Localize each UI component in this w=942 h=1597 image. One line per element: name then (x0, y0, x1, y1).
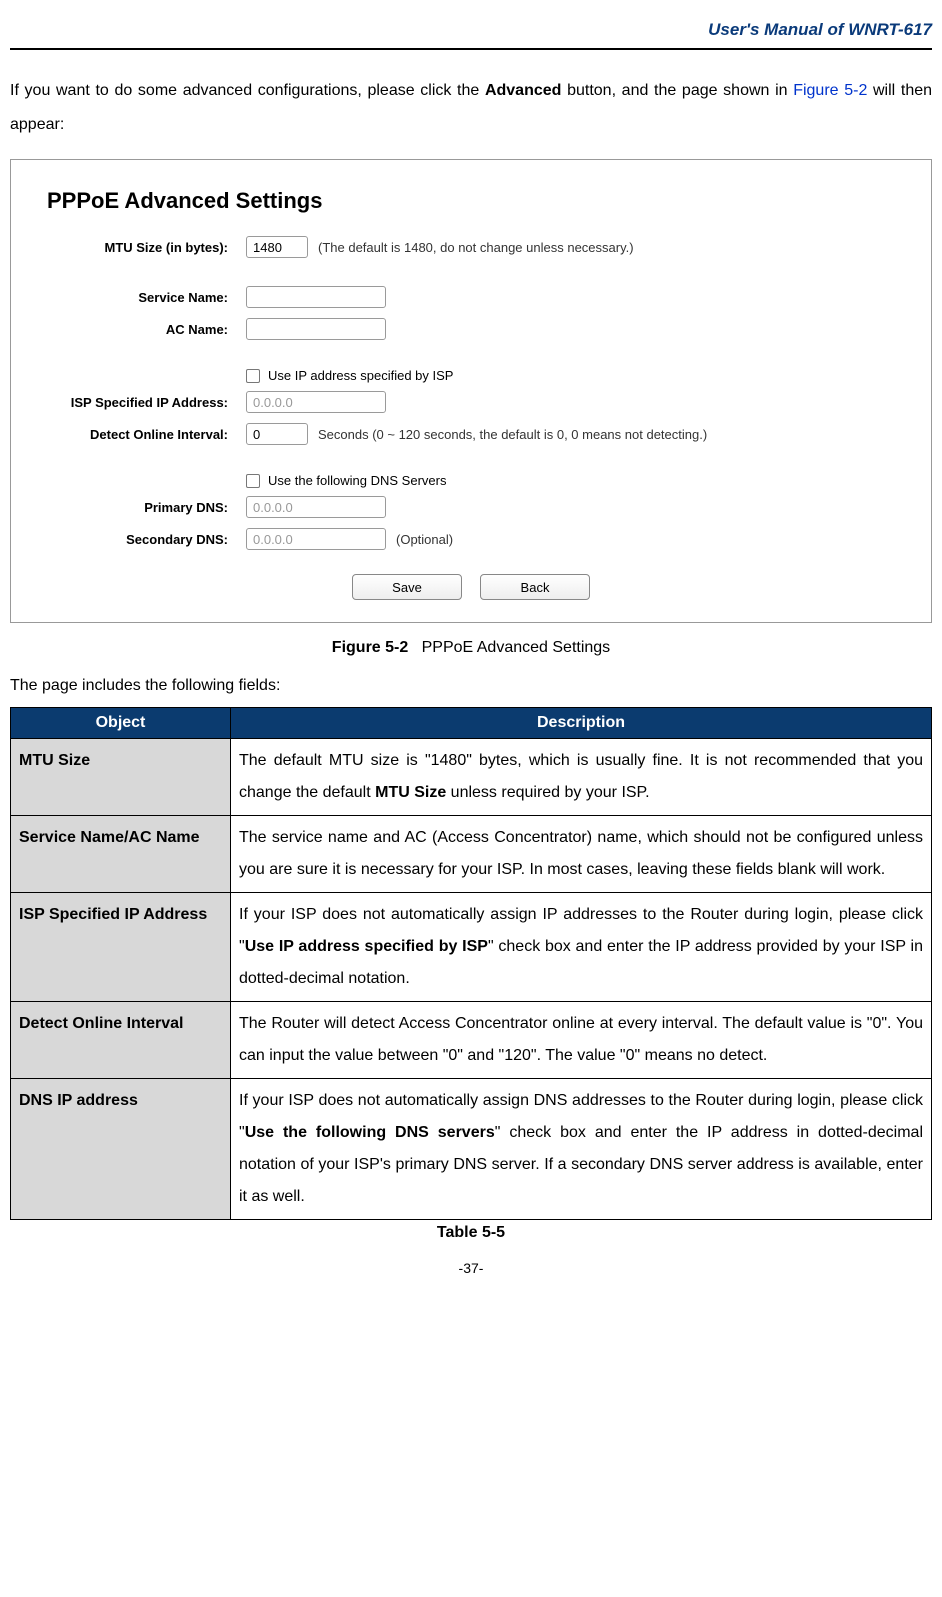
isp-ip-label: ISP Specified IP Address: (31, 395, 246, 410)
secondary-dns-note: (Optional) (396, 532, 453, 547)
table-cell-description: If your ISP does not automatically assig… (231, 1079, 932, 1220)
ac-name-label: AC Name: (31, 322, 246, 337)
table-cell-object: DNS IP address (11, 1079, 231, 1220)
primary-dns-input[interactable] (246, 496, 386, 518)
use-ip-label: Use IP address specified by ISP (268, 368, 453, 383)
service-name-label: Service Name: (31, 290, 246, 305)
table-row: MTU SizeThe default MTU size is "1480" b… (11, 739, 932, 816)
table-row: Detect Online IntervalThe Router will de… (11, 1002, 932, 1079)
isp-ip-input[interactable] (246, 391, 386, 413)
use-ip-checkbox-row[interactable]: Use IP address specified by ISP (246, 368, 911, 383)
detect-interval-input[interactable] (246, 423, 308, 445)
mtu-size-note: (The default is 1480, do not change unle… (318, 240, 634, 255)
table-cell-description: The service name and AC (Access Concentr… (231, 816, 932, 893)
figure-caption-text: PPPoE Advanced Settings (422, 639, 611, 656)
table-row: Service Name/AC NameThe service name and… (11, 816, 932, 893)
use-dns-checkbox-row[interactable]: Use the following DNS Servers (246, 473, 911, 488)
manual-header: User's Manual of WNRT-617 (10, 20, 932, 50)
table-header-object: Object (11, 708, 231, 739)
intro-mid: button, and the page shown in (561, 82, 793, 99)
intro-paragraph: If you want to do some advanced configur… (10, 74, 932, 141)
secondary-dns-label: Secondary DNS: (31, 532, 246, 547)
use-dns-label: Use the following DNS Servers (268, 473, 446, 488)
table-row: ISP Specified IP AddressIf your ISP does… (11, 893, 932, 1002)
screenshot-pppoe-advanced: PPPoE Advanced Settings MTU Size (in byt… (10, 159, 932, 623)
detect-interval-label: Detect Online Interval: (31, 427, 246, 442)
figure-caption: Figure 5-2 PPPoE Advanced Settings (10, 639, 932, 657)
description-table: Object Description MTU SizeThe default M… (10, 707, 932, 1220)
intro-bold: Advanced (485, 82, 561, 99)
back-button[interactable]: Back (480, 574, 590, 600)
detect-interval-note: Seconds (0 ~ 120 seconds, the default is… (318, 427, 707, 442)
ac-name-input[interactable] (246, 318, 386, 340)
table-cell-object: Service Name/AC Name (11, 816, 231, 893)
service-name-input[interactable] (246, 286, 386, 308)
screenshot-title: PPPoE Advanced Settings (47, 188, 911, 214)
table-intro: The page includes the following fields: (10, 677, 932, 695)
table-cell-object: ISP Specified IP Address (11, 893, 231, 1002)
table-cell-description: The default MTU size is "1480" bytes, wh… (231, 739, 932, 816)
table-cell-description: The Router will detect Access Concentrat… (231, 1002, 932, 1079)
mtu-size-input[interactable] (246, 236, 308, 258)
table-row: DNS IP addressIf your ISP does not autom… (11, 1079, 932, 1220)
table-header-description: Description (231, 708, 932, 739)
table-caption: Table 5-5 (10, 1224, 932, 1242)
save-button[interactable]: Save (352, 574, 462, 600)
intro-prefix: If you want to do some advanced configur… (10, 82, 485, 99)
table-cell-object: MTU Size (11, 739, 231, 816)
secondary-dns-input[interactable] (246, 528, 386, 550)
use-dns-checkbox[interactable] (246, 474, 260, 488)
figure-caption-bold: Figure 5-2 (332, 639, 408, 656)
table-cell-description: If your ISP does not automatically assig… (231, 893, 932, 1002)
page-number: -37- (10, 1260, 932, 1276)
mtu-size-label: MTU Size (in bytes): (31, 240, 246, 255)
figure-reference-link[interactable]: Figure 5-2 (793, 82, 867, 99)
primary-dns-label: Primary DNS: (31, 500, 246, 515)
table-cell-object: Detect Online Interval (11, 1002, 231, 1079)
use-ip-checkbox[interactable] (246, 369, 260, 383)
